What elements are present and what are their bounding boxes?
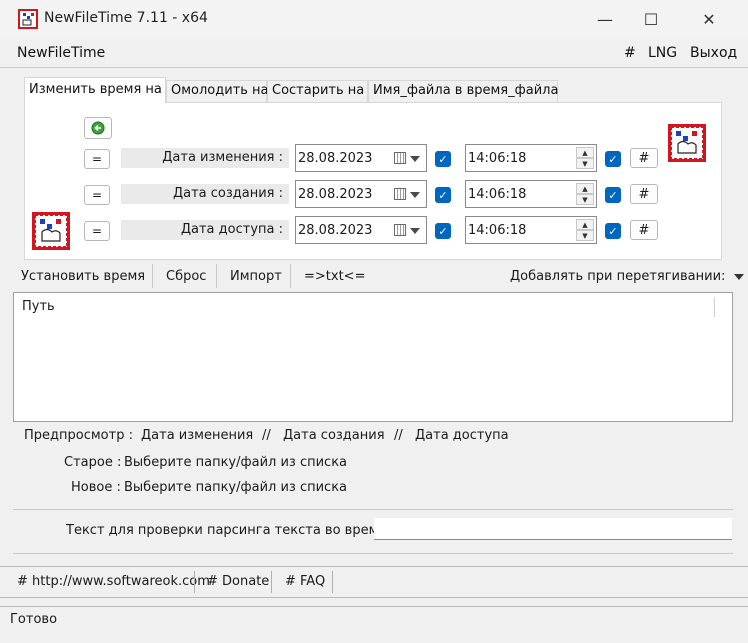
time-field-created[interactable]: 14:06:18 ▲ ▼ xyxy=(465,180,597,208)
spin-up-icon[interactable]: ▲ xyxy=(576,147,594,158)
checkbox-modified-time[interactable]: ✓ xyxy=(605,151,621,167)
date-picker-created[interactable]: 28.08.2023 xyxy=(295,180,427,208)
minimize-button[interactable]: — xyxy=(582,0,628,38)
links-bottom-divider xyxy=(0,597,748,598)
file-list[interactable]: Путь xyxy=(13,292,733,422)
checkbox-accessed-time[interactable]: ✓ xyxy=(605,223,621,239)
equal-button-modified[interactable]: = xyxy=(84,149,110,169)
time-value-created: 14:06:18 xyxy=(468,187,527,202)
time-field-accessed[interactable]: 14:06:18 ▲ ▼ xyxy=(465,216,597,244)
undo-icon xyxy=(91,121,105,135)
calendar-icon xyxy=(394,224,406,236)
column-header-path[interactable]: Путь xyxy=(22,299,55,314)
close-button[interactable]: ✕ xyxy=(686,0,732,38)
new-label: Новое : xyxy=(71,480,121,495)
links-top-divider xyxy=(0,566,748,567)
checkbox-created-time[interactable]: ✓ xyxy=(605,187,621,203)
date-value-accessed: 28.08.2023 xyxy=(298,223,373,238)
links-separator xyxy=(194,571,195,593)
old-label: Старое : xyxy=(64,455,122,470)
spin-up-icon[interactable]: ▲ xyxy=(576,183,594,194)
checkbox-accessed-date[interactable]: ✓ xyxy=(435,223,451,239)
status-text: Готово xyxy=(10,612,58,627)
equal-button-created[interactable]: = xyxy=(84,185,110,205)
preview-separator: // xyxy=(394,428,403,443)
website-link[interactable]: # http://www.softwareok.com xyxy=(17,574,210,589)
chevron-down-icon xyxy=(410,228,420,234)
chevron-down-icon xyxy=(733,273,744,280)
txt-button[interactable]: =>txt<= xyxy=(304,269,365,284)
checkbox-modified-date[interactable]: ✓ xyxy=(435,151,451,167)
time-value-modified: 14:06:18 xyxy=(468,151,527,166)
parse-test-input[interactable] xyxy=(374,518,732,540)
hash-button-modified[interactable]: # xyxy=(630,148,658,168)
section-divider xyxy=(13,509,733,510)
preview-col-accessed: Дата доступа xyxy=(415,428,509,443)
status-top-divider xyxy=(0,606,748,607)
old-value: Выберите папку/файл из списка xyxy=(124,455,348,470)
file-drop-icon-left[interactable] xyxy=(32,212,70,250)
maximize-button[interactable]: ☐ xyxy=(628,0,674,38)
menu-lng[interactable]: LNG xyxy=(648,45,677,61)
label-modified: Дата изменения : xyxy=(121,148,289,168)
window-title: NewFileTime 7.11 - x64 xyxy=(44,10,208,26)
add-on-drag-label: Добавлять при перетягивании: xyxy=(510,269,726,284)
tab-filename-to-time[interactable]: Имя_файла в время_файла xyxy=(368,80,558,102)
date-value-modified: 28.08.2023 xyxy=(298,151,373,166)
spin-down-icon[interactable]: ▼ xyxy=(576,158,594,169)
spin-down-icon[interactable]: ▼ xyxy=(576,230,594,241)
links-separator xyxy=(271,571,272,593)
chevron-down-icon xyxy=(410,156,420,162)
date-picker-modified[interactable]: 28.08.2023 xyxy=(295,144,427,172)
label-created: Дата создания : xyxy=(121,184,289,204)
tab-change-time[interactable]: Изменить время на xyxy=(24,77,166,103)
calendar-icon xyxy=(394,188,406,200)
file-drop-icon-right[interactable] xyxy=(668,124,706,162)
spin-up-icon[interactable]: ▲ xyxy=(576,219,594,230)
preview-col-created: Дата создания xyxy=(283,428,385,443)
time-value-accessed: 14:06:18 xyxy=(468,223,527,238)
tab-rejuvenate[interactable]: Омолодить на xyxy=(166,80,269,102)
menu-hash[interactable]: # xyxy=(624,45,636,61)
checkbox-created-date[interactable]: ✓ xyxy=(435,187,451,203)
toolbar-separator xyxy=(290,264,291,288)
links-separator xyxy=(332,571,333,593)
preview-label: Предпросмотр : xyxy=(24,428,133,443)
menu-divider xyxy=(0,67,748,68)
menu-exit[interactable]: Выход xyxy=(690,45,737,61)
time-field-modified[interactable]: 14:06:18 ▲ ▼ xyxy=(465,144,597,172)
column-divider[interactable] xyxy=(714,297,715,317)
date-value-created: 28.08.2023 xyxy=(298,187,373,202)
calendar-icon xyxy=(394,152,406,164)
section-divider xyxy=(13,553,733,554)
date-picker-accessed[interactable]: 28.08.2023 xyxy=(295,216,427,244)
chevron-down-icon xyxy=(410,192,420,198)
reset-button[interactable]: Сброс xyxy=(166,269,206,284)
app-logo-icon xyxy=(18,9,38,29)
faq-link[interactable]: # FAQ xyxy=(285,574,325,589)
donate-link[interactable]: # Donate xyxy=(207,574,269,589)
menu-app-name[interactable]: NewFileTime xyxy=(17,45,105,61)
preview-separator: // xyxy=(262,428,271,443)
hash-button-created[interactable]: # xyxy=(630,184,658,204)
tab-age[interactable]: Состарить на xyxy=(267,80,368,102)
import-button[interactable]: Импорт xyxy=(230,269,282,284)
spin-down-icon[interactable]: ▼ xyxy=(576,194,594,205)
equal-button-accessed[interactable]: = xyxy=(84,221,110,241)
toolbar-separator xyxy=(216,264,217,288)
toolbar-separator xyxy=(152,264,153,288)
undo-button[interactable] xyxy=(84,117,112,139)
label-accessed: Дата доступа : xyxy=(121,220,289,240)
parse-test-label: Текст для проверки парсинга текста во вр… xyxy=(66,523,387,538)
preview-col-modified: Дата изменения xyxy=(141,428,254,443)
menu-bar xyxy=(0,40,748,66)
new-value: Выберите папку/файл из списка xyxy=(124,480,348,495)
set-time-button[interactable]: Установить время xyxy=(21,269,145,284)
add-on-drag-dropdown[interactable]: Добавлять при перетягивании: xyxy=(510,269,744,284)
hash-button-accessed[interactable]: # xyxy=(630,220,658,240)
